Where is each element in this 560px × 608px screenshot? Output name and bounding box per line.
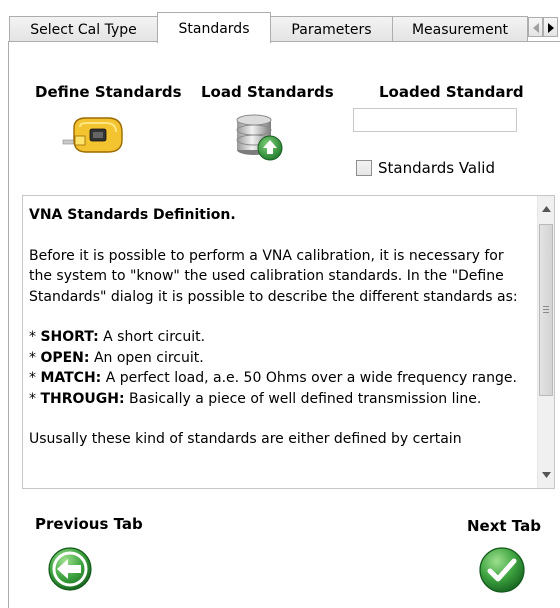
description-outro: Ususally these kind of standards are eit… (29, 431, 462, 448)
scrollbar-thumb[interactable] (539, 224, 553, 396)
tape-measure-icon[interactable] (62, 110, 128, 162)
panel-border (8, 42, 9, 608)
tab-scroll-left-button[interactable] (528, 17, 543, 37)
thumb-grip (543, 309, 549, 310)
vertical-scrollbar[interactable] (537, 196, 554, 488)
tab-scroll-right-button[interactable] (543, 17, 558, 37)
tab-strip: Select Cal Type Parameters Measurement S… (0, 0, 560, 43)
tab-parameters[interactable]: Parameters (270, 16, 393, 41)
standards-valid-label: Standards Valid (378, 159, 495, 177)
standard-item: * OPEN: An open circuit. (29, 349, 204, 366)
standard-item: * MATCH: A perfect load, a.e. 50 Ohms ov… (29, 370, 517, 387)
database-load-icon[interactable] (234, 112, 286, 168)
triangle-left-icon (533, 23, 539, 33)
description-intro: Before it is possible to perform a VNA c… (29, 247, 518, 305)
thumb-grip (543, 306, 549, 307)
standard-item: * THROUGH: Basically a piece of well def… (29, 390, 482, 407)
triangle-right-icon (548, 23, 554, 33)
loaded-standard-field (353, 108, 517, 132)
standards-valid-checkbox[interactable] (356, 160, 372, 176)
loaded-standard-label: Loaded Standard (379, 83, 524, 101)
load-standards-label: Load Standards (201, 83, 334, 101)
scroll-down-icon[interactable] (542, 472, 551, 478)
tab-standards[interactable]: Standards (157, 12, 271, 43)
description-title: VNA Standards Definition. (29, 207, 236, 223)
previous-tab-label: Previous Tab (35, 515, 143, 533)
thumb-grip (543, 312, 549, 313)
tab-baseline (8, 41, 560, 42)
tab-select-cal-type[interactable]: Select Cal Type (9, 16, 158, 41)
checkmark-icon[interactable] (478, 546, 526, 598)
standard-item: * SHORT: A short circuit. (29, 329, 206, 346)
description-textarea[interactable]: VNA Standards Definition. Before it is p… (22, 195, 555, 489)
arrow-left-icon[interactable] (47, 546, 93, 596)
scroll-up-icon[interactable] (542, 206, 551, 212)
next-tab-label: Next Tab (467, 517, 541, 535)
define-standards-label: Define Standards (35, 83, 182, 101)
tab-measurement[interactable]: Measurement (392, 16, 528, 41)
description-content: VNA Standards Definition. Before it is p… (29, 205, 529, 470)
